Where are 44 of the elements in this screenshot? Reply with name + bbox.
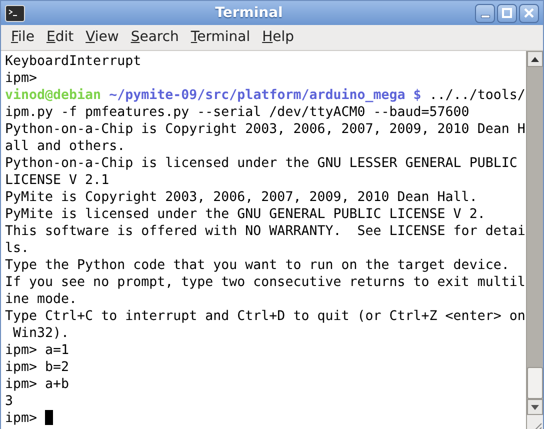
terminal-line: all and others. [5, 138, 126, 155]
down-arrow-icon [531, 404, 539, 410]
scroll-up-button[interactable] [527, 51, 543, 67]
close-button[interactable] [519, 4, 539, 22]
terminal-line: ipm> [5, 70, 38, 87]
minimize-button[interactable] [475, 4, 495, 22]
terminal-line: LICENSE V 2.1 [5, 172, 110, 189]
terminal-line: ls. [5, 240, 30, 257]
up-arrow-icon [531, 56, 539, 62]
window-title: Terminal [214, 4, 284, 22]
scroll-down-button[interactable] [527, 399, 543, 415]
menu-item[interactable]: File [5, 26, 40, 49]
terminal-line: Type Ctrl+C to interrupt and Ctrl+D to quit (or Ctrl+Z <enter> on [5, 308, 526, 325]
scrollbar[interactable] [526, 51, 543, 429]
prompt-path: ~/pymite-09/src/platform/arduino_mega $ [109, 88, 422, 103]
menu-item[interactable]: View [80, 26, 125, 49]
terminal-line: ipm> a=1 [5, 342, 70, 359]
terminal-line: Python-on-a-Chip is Copyright 2003, 2006, 2007, 2009, 2010 Dean H [5, 121, 526, 138]
close-icon [524, 8, 534, 18]
menu-item[interactable]: Search [124, 26, 185, 49]
terminal-line: This software is offered with NO WARRANTY. See LICENSE for detai [5, 223, 526, 240]
prompt-user-host: vinod@debian [5, 88, 102, 103]
terminal-line: 3 [5, 393, 14, 410]
terminal-line: If you see no prompt, type two consecutive returns to exit multil [5, 274, 526, 291]
terminal-line: Win32). [12, 325, 70, 342]
terminal-line: ipm> a+b [5, 376, 70, 393]
scrollbar-thumb[interactable] [527, 367, 543, 399]
terminal-line: KeyboardInterrupt [5, 53, 142, 70]
terminal-icon [5, 4, 25, 22]
terminal-line: ipm> b=2 [5, 359, 70, 376]
terminal-line: ipm.py -f pmfeatures.py --serial /dev/ttyACM0 --baud=57600 [5, 104, 470, 121]
menu-item[interactable]: Edit [40, 26, 80, 49]
terminal-line: Python-on-a-Chip is licensed under the GNU LESSER GENERAL PUBLIC [5, 155, 518, 172]
menu-item[interactable]: Terminal [184, 26, 256, 49]
minimize-icon [480, 14, 490, 18]
terminal-line: ipm> [5, 411, 38, 426]
menu-item[interactable]: Help [256, 26, 300, 49]
maximize-icon [502, 8, 512, 18]
terminal-line: PyMite is licensed under the GNU GENERAL PUBLIC LICENSE V 2. [5, 206, 486, 223]
terminal-line: PyMite is Copyright 2003, 2006, 2007, 2009, 2010 Dean Hall. [5, 189, 478, 206]
terminal-line: ine mode. [5, 291, 78, 308]
command-text: ../../tools/ [429, 88, 526, 103]
maximize-button[interactable] [497, 4, 517, 22]
terminal-line: Type the Python code that you want to run on the target device. [5, 257, 510, 274]
